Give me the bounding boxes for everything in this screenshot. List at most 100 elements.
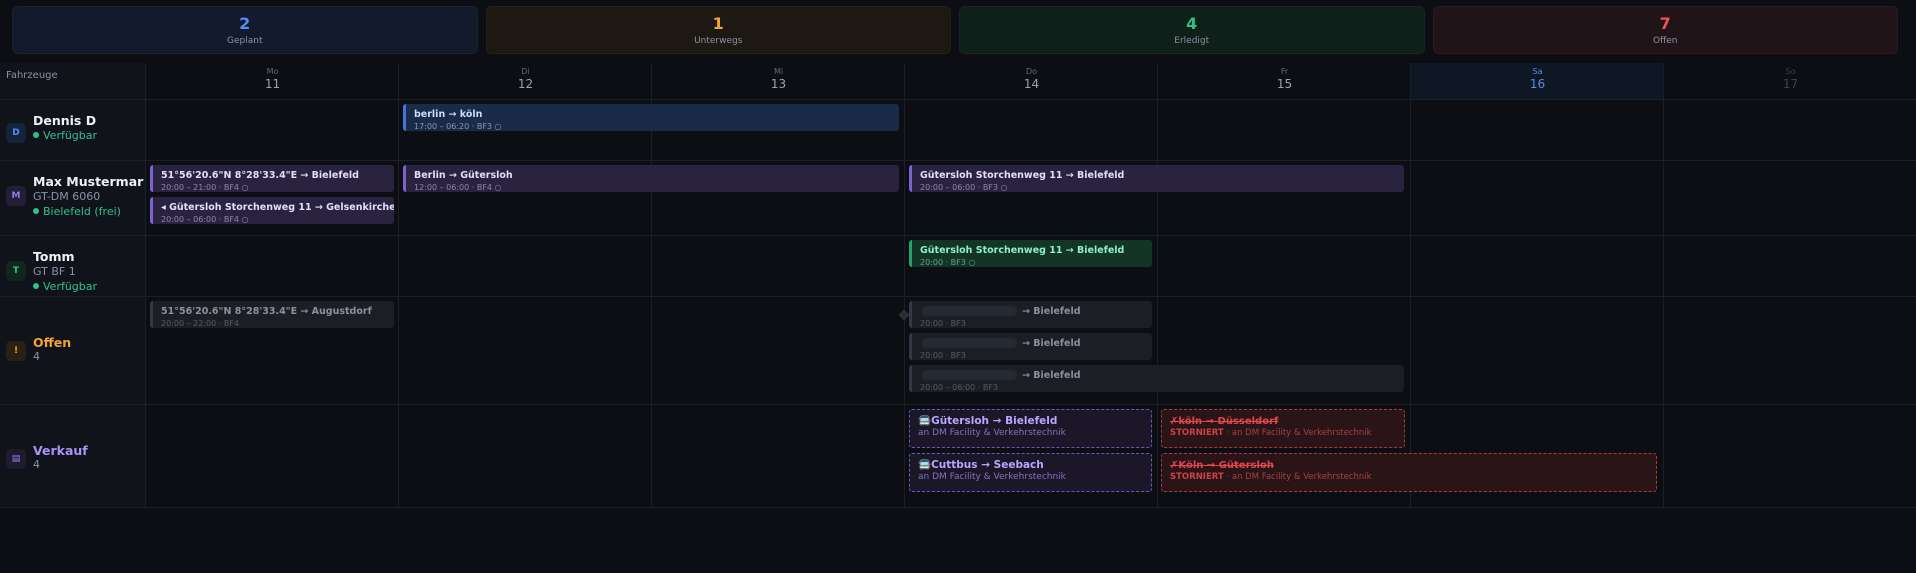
sale-event[interactable]: 🚍Cuttbus → Seebach an DM Facility & Verk… (909, 453, 1152, 492)
vehicle-status: Verfügbar (33, 128, 97, 143)
trip-route: berlin → köln (414, 109, 483, 120)
trip-route: 51°56'20.6"N 8°28'33.4"E → Augustdorf (161, 306, 372, 317)
vehicle-status: Bielefeld (frei) (33, 204, 143, 219)
trip-event[interactable]: berlin → köln 17:00 – 06:20 · BF3 ○ (403, 104, 899, 131)
day-header-fri[interactable]: Fr 15 (1158, 67, 1411, 91)
day-number: 12 (517, 77, 534, 91)
vehicle-status: Verfügbar (33, 279, 97, 294)
weekday: Sa (1532, 67, 1543, 76)
sale-status-line: STORNIERT · an DM Facility & Verkehrstec… (1170, 472, 1648, 483)
stat-open[interactable]: 7 Offen (1432, 6, 1898, 54)
open-trip-event[interactable]: → Bielefeld 20:00 – 06:00 · BF3 (909, 365, 1404, 392)
grid-divider (1157, 63, 1158, 508)
sale-customer: an DM Facility & Verkehrstechnik (918, 428, 1066, 438)
day-header-wed[interactable]: Mi 13 (652, 67, 905, 91)
weekday: Do (1025, 67, 1038, 76)
stat-in-transit-label: Unterwegs (694, 35, 743, 46)
weekday: Mo (266, 67, 279, 76)
trip-route: Gütersloh Storchenweg 11 → Bielefeld (920, 170, 1125, 181)
summary-stats: 2 Geplant 1 Unterwegs 4 Erledigt 7 Offen (12, 6, 1898, 54)
trip-time: 20:00 – 06:00 · BF3 (920, 383, 999, 392)
trip-time: 20:00 – 06:00 · BF4 ○ (161, 215, 249, 224)
vehicle-driver-name: Tomm (33, 249, 75, 264)
row-divider (0, 160, 1916, 161)
trip-route: 51°56'20.6"N 8°28'33.4"E → Bielefeld (161, 170, 359, 181)
cancelled-sale-event[interactable]: ✗Köln → Gütersloh STORNIERT · an DM Faci… (1161, 453, 1657, 492)
weekday: So (1785, 67, 1796, 76)
cancelled-badge: STORNIERT (1170, 472, 1224, 482)
open-trip-event[interactable]: 51°56'20.6"N 8°28'33.4"E → Augustdorf 20… (150, 301, 394, 328)
vehicle-row-dennis[interactable]: D Dennis D Verfügbar (6, 113, 97, 143)
row-divider (0, 507, 1916, 508)
stat-open-count: 7 (1659, 13, 1671, 33)
stat-done-count: 4 (1186, 13, 1198, 33)
stat-planned-count: 2 (239, 13, 251, 33)
sale-customer: an DM Facility & Verkehrstechnik (918, 472, 1066, 482)
vehicle-row-max[interactable]: M Max Mustermar GT-DM 6060 Bielefeld (fr… (6, 174, 143, 219)
sale-route: ✗Köln → Gütersloh (1170, 460, 1274, 471)
trip-event[interactable]: Gütersloh Storchenweg 11 → Bielefeld 20:… (909, 165, 1404, 192)
day-number: 15 (1276, 77, 1293, 91)
trip-event[interactable]: Gütersloh Storchenweg 11 → Bielefeld 20:… (909, 240, 1152, 267)
vehicle-driver-name: Max Mustermar (33, 174, 144, 189)
sale-event[interactable]: 🚍Gütersloh → Bielefeld an DM Facility & … (909, 409, 1152, 448)
grid-divider (904, 63, 905, 508)
trip-event[interactable]: Berlin → Gütersloh 12:00 – 06:00 · BF4 ○ (403, 165, 899, 192)
vehicle-plate: GT-DM 6060 (33, 190, 101, 203)
day-number: 14 (1023, 77, 1040, 91)
open-trip-event[interactable]: → Bielefeld 20:00 · BF3 (909, 333, 1152, 360)
weekday: Mi (773, 67, 784, 76)
row-divider (0, 99, 1916, 100)
stat-in-transit[interactable]: 1 Unterwegs (485, 6, 951, 54)
day-header-mon[interactable]: Mo 11 (146, 67, 399, 91)
warning-icon: ! (6, 341, 26, 361)
day-number: 13 (770, 77, 787, 91)
grid-divider (1410, 63, 1411, 508)
day-number: 11 (264, 77, 281, 91)
row-title: Offen (33, 335, 72, 350)
row-open-orders[interactable]: ! Offen 4 (6, 335, 71, 364)
avatar: M (6, 186, 26, 206)
day-header-tue[interactable]: Di 12 (399, 67, 652, 91)
day-header-sat-today[interactable]: Sa 16 (1411, 63, 1664, 100)
trip-route: ◂ Gütersloh Storchenweg 11 → Gelsenkirch… (161, 202, 394, 213)
cancelled-badge: STORNIERT (1170, 428, 1224, 438)
grid-divider (1663, 63, 1664, 508)
trip-event[interactable]: ◂ Gütersloh Storchenweg 11 → Gelsenkirch… (150, 197, 394, 224)
row-divider (0, 296, 1916, 297)
cancelled-sale-event[interactable]: ✗köln → Düsseldorf STORNIERT · an DM Fac… (1161, 409, 1405, 448)
day-header-thu[interactable]: Do 14 (905, 67, 1158, 91)
trip-time: 20:00 · BF3 ○ (920, 258, 976, 267)
stat-done[interactable]: 4 Erledigt (959, 6, 1425, 54)
trip-time: 12:00 – 06:00 · BF4 ○ (414, 183, 502, 192)
stat-open-label: Offen (1652, 35, 1678, 46)
vehicles-header: Fahrzeuge (6, 70, 58, 81)
sale-status-line: STORNIERT · an DM Facility & Verkehrstec… (1170, 428, 1396, 439)
redacted-text (922, 370, 1017, 380)
open-trip-event[interactable]: → Bielefeld 20:00 · BF3 (909, 301, 1152, 328)
trip-time: 20:00 – 22:00 · BF4 (161, 319, 240, 328)
weekday: Di (521, 67, 530, 76)
stat-in-transit-count: 1 (712, 13, 724, 33)
stat-done-label: Erledigt (1174, 35, 1210, 46)
day-number: 17 (1782, 77, 1799, 91)
trip-event[interactable]: 51°56'20.6"N 8°28'33.4"E → Bielefeld 20:… (150, 165, 394, 192)
day-header-sun[interactable]: So 17 (1664, 67, 1916, 91)
sale-route: ✗köln → Düsseldorf (1170, 416, 1279, 427)
vehicle-plate: GT BF 1 (33, 265, 76, 278)
avatar: T (6, 261, 26, 281)
sale-route: 🚍Gütersloh → Bielefeld (918, 415, 1058, 427)
trip-time: 20:00 – 06:00 · BF3 ○ (920, 183, 1008, 192)
day-number: 16 (1529, 77, 1546, 91)
row-divider (0, 235, 1916, 236)
trip-route: Berlin → Gütersloh (414, 170, 513, 181)
vehicle-driver-name: Dennis D (33, 113, 97, 128)
sale-route: 🚍Cuttbus → Seebach (918, 459, 1044, 471)
row-sales[interactable]: ▤ Verkauf 4 (6, 443, 88, 472)
row-count: 4 (33, 350, 40, 363)
vehicle-row-tomm[interactable]: T Tomm GT BF 1 Verfügbar (6, 249, 97, 294)
trip-route: Gütersloh Storchenweg 11 → Bielefeld (920, 245, 1125, 256)
trip-time: 20:00 · BF3 (920, 319, 966, 328)
stat-planned[interactable]: 2 Geplant (12, 6, 478, 54)
stat-planned-label: Geplant (227, 35, 263, 46)
